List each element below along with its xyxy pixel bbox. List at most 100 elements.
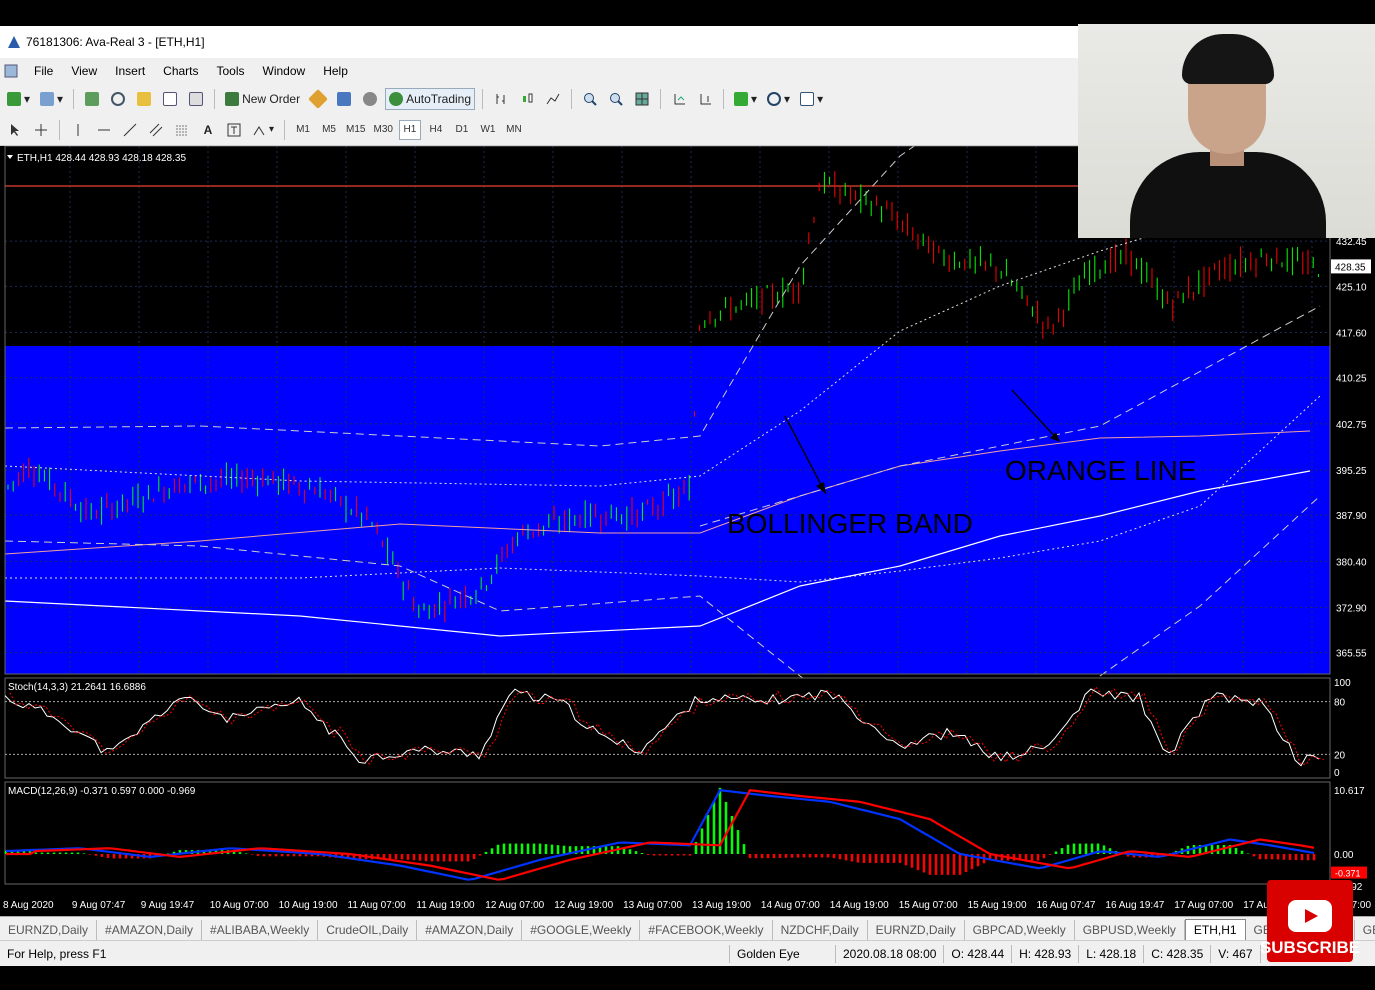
menu-tools[interactable]: Tools bbox=[215, 62, 247, 80]
chart-tab[interactable]: #AMAZON,Daily bbox=[97, 920, 203, 940]
tester-button[interactable] bbox=[185, 88, 207, 110]
price-tick-label: 410.25 bbox=[1336, 374, 1367, 385]
zoom-out-button[interactable] bbox=[605, 88, 627, 110]
profiles-button[interactable]: ▾ bbox=[37, 88, 66, 110]
price-tick-label: 417.60 bbox=[1336, 329, 1367, 340]
fibonacci-button[interactable] bbox=[171, 119, 193, 141]
toolbar-separator bbox=[284, 119, 286, 140]
chart-tab[interactable]: NZDCHF,Daily bbox=[773, 920, 868, 940]
market-watch-icon bbox=[85, 92, 100, 106]
periods-button[interactable]: ▾ bbox=[764, 88, 793, 110]
time-axis-label: 13 Aug 07:00 bbox=[623, 900, 682, 911]
menu-view[interactable]: View bbox=[69, 62, 99, 80]
eth-h1-chart[interactable]: 432.45 425.10 417.60 410.25 402.75 395.25 387.… bbox=[0, 146, 1375, 916]
terminal-button[interactable] bbox=[159, 88, 181, 110]
time-axis-label: 10 Aug 07:00 bbox=[210, 900, 269, 911]
cursor-button[interactable] bbox=[4, 119, 26, 141]
timeframe-m5[interactable]: M5 bbox=[318, 120, 340, 140]
toolbar-separator bbox=[73, 89, 75, 109]
text-label-icon bbox=[227, 123, 241, 136]
text-label-button[interactable] bbox=[223, 119, 245, 141]
zoom-in-button[interactable] bbox=[579, 88, 601, 110]
orange-line-annotation: ORANGE LINE bbox=[1005, 455, 1196, 486]
zoom-in-icon bbox=[584, 93, 597, 106]
autotrading-label: AutoTrading bbox=[406, 92, 472, 106]
price-tick-label: 365.55 bbox=[1336, 649, 1367, 660]
timeframe-m15[interactable]: M15 bbox=[344, 120, 367, 140]
signals-icon bbox=[337, 92, 352, 106]
time-axis-label: 11 Aug 19:00 bbox=[416, 900, 475, 911]
menu-insert[interactable]: Insert bbox=[113, 62, 147, 80]
subscribe-button[interactable]: SUBSCRIBE bbox=[1260, 880, 1360, 962]
timeframe-m1[interactable]: M1 bbox=[292, 120, 314, 140]
metaeditor-button[interactable] bbox=[307, 88, 329, 110]
autotrading-button[interactable]: AutoTrading bbox=[385, 88, 476, 110]
line-chart-button[interactable] bbox=[542, 88, 564, 110]
horizontal-line-button[interactable] bbox=[93, 119, 115, 141]
vertical-line-button[interactable] bbox=[67, 119, 89, 141]
chart-window[interactable]: 432.45 425.10 417.60 410.25 402.75 395.25 387.… bbox=[0, 146, 1375, 911]
timeframe-m30[interactable]: M30 bbox=[371, 120, 394, 140]
bar-chart-icon bbox=[496, 94, 505, 104]
menu-window[interactable]: Window bbox=[261, 62, 308, 80]
timeframe-mn[interactable]: MN bbox=[503, 120, 525, 140]
chart-tab[interactable]: EURNZD,Daily bbox=[0, 920, 98, 940]
time-axis-label: 10 Aug 19:00 bbox=[279, 900, 338, 911]
crosshair-button[interactable] bbox=[30, 119, 52, 141]
menu-help[interactable]: Help bbox=[321, 62, 350, 80]
price-tick-label: 402.75 bbox=[1336, 420, 1367, 431]
chart-tab[interactable]: GBPUSD,Weekly bbox=[1075, 920, 1185, 940]
arrows-icon bbox=[253, 125, 265, 135]
chart-tab[interactable]: #GOOGLE,Weekly bbox=[522, 920, 641, 940]
templates-button[interactable]: ▾ bbox=[797, 88, 826, 110]
text-button[interactable]: A bbox=[197, 119, 219, 141]
chart-tab[interactable]: GBPJPY,H1 bbox=[1355, 920, 1375, 940]
toolbar-separator bbox=[571, 89, 573, 109]
chart-tab[interactable]: #FACEBOOK,Weekly bbox=[640, 920, 773, 940]
status-profile: Golden Eye bbox=[730, 944, 836, 963]
indicators-button[interactable]: ▾ bbox=[731, 88, 760, 110]
data-window-button[interactable] bbox=[107, 88, 129, 110]
time-axis-label: 15 Aug 07:00 bbox=[899, 900, 958, 911]
new-order-button[interactable]: New Order bbox=[222, 88, 303, 110]
cursor-arrow-icon bbox=[11, 123, 19, 136]
tile-windows-button[interactable] bbox=[631, 88, 653, 110]
screen: 76181306: Ava-Real 3 - [ETH,H1] File Vie… bbox=[0, 0, 1375, 990]
standard-toolbar: ▾ ▾ New Order AutoTrading ▾ ▾ ▾ bbox=[0, 84, 1078, 114]
timeframe-w1[interactable]: W1 bbox=[477, 120, 499, 140]
channel-button[interactable] bbox=[145, 119, 167, 141]
arrows-button[interactable]: ▾ bbox=[249, 119, 277, 141]
chart-tab[interactable]: EURNZD,Daily bbox=[868, 920, 965, 940]
new-chart-button[interactable]: ▾ bbox=[4, 88, 33, 110]
chart-tab[interactable]: #ALIBABA,Weekly bbox=[202, 920, 319, 940]
signals-button[interactable] bbox=[333, 88, 355, 110]
window-titlebar: 76181306: Ava-Real 3 - [ETH,H1] bbox=[0, 26, 1078, 58]
chart-tab[interactable]: ETH,H1 bbox=[1184, 919, 1246, 940]
bar-chart-button[interactable] bbox=[490, 88, 512, 110]
status-open: O: 428.44 bbox=[944, 944, 1013, 963]
market-button[interactable] bbox=[359, 88, 381, 110]
timeframe-h4[interactable]: H4 bbox=[425, 120, 447, 140]
chart-shift-button[interactable] bbox=[694, 88, 716, 110]
equidistant-channel-icon bbox=[149, 123, 163, 136]
auto-scroll-icon bbox=[674, 94, 686, 105]
chart-tab[interactable]: CrudeOIL,Daily bbox=[318, 920, 418, 940]
navigator-button[interactable] bbox=[133, 88, 155, 110]
auto-scroll-button[interactable] bbox=[668, 88, 690, 110]
timeframe-d1[interactable]: D1 bbox=[451, 120, 473, 140]
status-datetime: 2020.08.18 08:00 bbox=[836, 944, 945, 963]
menu-charts[interactable]: Charts bbox=[161, 62, 200, 80]
clock-icon bbox=[767, 92, 782, 106]
stoch-tick-label: 100 bbox=[1334, 678, 1351, 689]
profiles-icon bbox=[40, 92, 55, 106]
chart-tab[interactable]: GBPCAD,Weekly bbox=[965, 920, 1075, 940]
status-help: For Help, press F1 bbox=[0, 944, 730, 963]
candlestick-button[interactable] bbox=[516, 88, 538, 110]
app-menu-icon[interactable] bbox=[4, 64, 18, 78]
tile-windows-icon bbox=[635, 92, 649, 106]
chart-tab[interactable]: #AMAZON,Daily bbox=[417, 920, 523, 940]
timeframe-h1[interactable]: H1 bbox=[398, 119, 421, 140]
trendline-button[interactable] bbox=[119, 119, 141, 141]
menu-file[interactable]: File bbox=[32, 62, 55, 80]
market-watch-button[interactable] bbox=[81, 88, 103, 110]
